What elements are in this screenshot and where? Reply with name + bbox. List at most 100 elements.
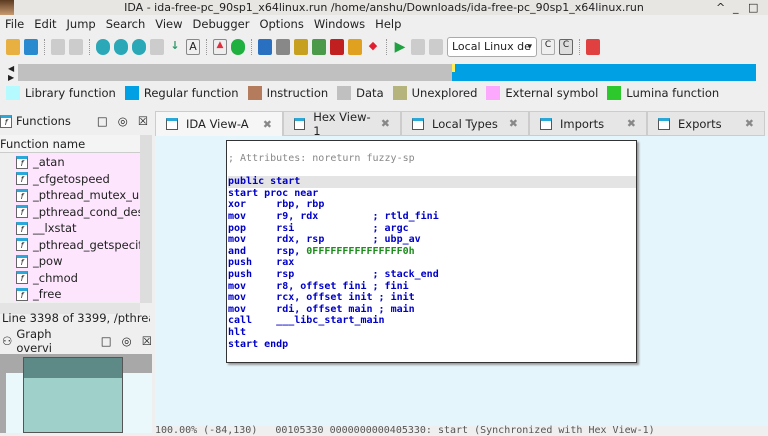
close-tab-icon[interactable]: ✖ — [509, 117, 518, 130]
float-icon[interactable]: □ — [101, 334, 112, 348]
column-header-function-name[interactable]: Function name — [0, 135, 140, 153]
graph-icon[interactable] — [312, 39, 326, 55]
menu-edit[interactable]: Edit — [29, 15, 61, 34]
function-name: _atan — [33, 155, 65, 170]
diamond-icon[interactable]: ◆ — [366, 39, 380, 55]
functions-list: f _atan f _cfgetospeed f _pthread_mutex_un f _p… — [14, 154, 140, 302]
text-icon[interactable] — [114, 39, 128, 55]
pseudocode-icon[interactable]: C — [559, 39, 573, 55]
legend-swatch — [337, 86, 352, 100]
binary-icon[interactable] — [132, 39, 146, 55]
menu-view[interactable]: View — [150, 15, 187, 34]
code-line[interactable]: pop rsi ; argc — [228, 223, 636, 235]
disassembly-listing[interactable]: ; Attributes: noreturn fuzzy-sp public s… — [226, 140, 637, 363]
nav-right-arrow[interactable]: ▶ — [8, 73, 14, 82]
windows-icon[interactable] — [586, 39, 600, 55]
legend-label: Lumina function — [626, 86, 720, 100]
close-icon[interactable]: ☒ — [138, 114, 148, 128]
restore-icon[interactable]: □ — [748, 0, 758, 15]
run-icon[interactable]: ▶ — [393, 39, 407, 55]
close-icon[interactable]: ☒ — [142, 334, 152, 348]
close-tab-icon[interactable]: ✖ — [627, 117, 636, 130]
forward-icon[interactable] — [69, 39, 83, 55]
code-line[interactable]: start proc near — [228, 188, 636, 200]
menu-debugger[interactable]: Debugger — [188, 15, 255, 34]
legend-swatch — [607, 86, 622, 100]
function-icon: f — [0, 114, 12, 128]
debugger-select[interactable]: Local Linux de — [447, 37, 537, 57]
function-row[interactable]: f _atan — [14, 154, 140, 171]
mnemonic: mov — [228, 210, 277, 222]
code-line[interactable]: mov r8, offset fini ; fini — [228, 281, 636, 293]
code-line[interactable]: push rax — [228, 257, 636, 269]
terminate-icon[interactable] — [429, 39, 443, 55]
menu-windows[interactable]: Windows — [309, 15, 370, 34]
menu-search[interactable]: Search — [101, 15, 151, 34]
close-tab-icon[interactable]: ✖ — [381, 117, 390, 130]
breakpoint-icon[interactable]: ▲ — [213, 39, 227, 55]
function-name: _free — [33, 287, 62, 302]
code-line[interactable]: mov r9, rdx ; rtld_fini — [228, 211, 636, 223]
operands: rsp — [276, 268, 373, 280]
back-icon[interactable] — [51, 39, 65, 55]
menu-file[interactable]: File — [0, 15, 29, 34]
detach-icon[interactable]: ◎ — [122, 334, 132, 348]
tab-local-types[interactable]: Local Types ✖ — [401, 111, 529, 136]
maximize-up-icon[interactable]: ^ — [716, 0, 725, 15]
tab-exports[interactable]: Exports ✖ — [647, 111, 765, 136]
graph-title: Graph overvi — [16, 327, 52, 355]
code-line[interactable]: hlt — [228, 327, 636, 339]
function-row[interactable]: f _pow — [14, 253, 140, 270]
menu-options[interactable]: Options — [254, 15, 308, 34]
font-icon[interactable]: A — [186, 39, 200, 55]
tab-hex-view-1[interactable]: Hex View-1 ✖ — [283, 110, 401, 138]
struct-icon[interactable] — [294, 39, 308, 55]
menu-jump[interactable]: Jump — [62, 15, 101, 34]
code-line[interactable]: public start — [228, 176, 636, 188]
code-line[interactable]: and rsp, 0FFFFFFFFFFFFFFF0h — [228, 246, 636, 258]
operands: rax — [276, 257, 295, 269]
function-row[interactable]: f _pthread_getspecifi — [14, 237, 140, 254]
close-tab-icon[interactable]: ✖ — [745, 117, 754, 130]
nav-icon[interactable] — [150, 39, 164, 55]
code-icon[interactable] — [258, 39, 272, 55]
graph-overview-title-bar: ⚇ Graph overvi □ ◎ ☒ — [2, 327, 152, 355]
jump-down-icon[interactable]: ↓ — [168, 39, 182, 55]
code-line[interactable]: call ___libc_start_main — [228, 315, 636, 327]
function-row[interactable]: f _cfgetospeed — [14, 171, 140, 188]
nav-left-arrow[interactable]: ◀ — [8, 64, 14, 73]
code-line[interactable]: mov rdx, rsp ; ubp_av — [228, 234, 636, 246]
function-row[interactable]: f _chmod — [14, 270, 140, 287]
tab-ida-view-a[interactable]: IDA View-A ✖ — [155, 111, 283, 136]
code-line[interactable]: push rsp ; stack_end — [228, 269, 636, 281]
function-row[interactable]: f _free — [14, 286, 140, 302]
stop-icon[interactable] — [330, 39, 344, 55]
code-line[interactable]: mov rcx, offset init ; init — [228, 292, 636, 304]
code-line[interactable]: mov rdi, offset main ; main — [228, 304, 636, 316]
decompile-icon[interactable]: C — [541, 39, 555, 55]
operands: r9, rdx — [276, 210, 373, 222]
detach-icon[interactable]: ◎ — [118, 114, 128, 128]
code-line[interactable]: start endp — [228, 339, 636, 351]
lumina-icon[interactable] — [231, 39, 245, 55]
edit-icon[interactable] — [348, 39, 362, 55]
open-icon[interactable] — [6, 39, 20, 55]
hex-icon[interactable] — [96, 39, 110, 55]
data-icon[interactable] — [276, 39, 290, 55]
save-icon[interactable] — [24, 39, 38, 55]
functions-vscrollbar[interactable] — [140, 135, 152, 303]
operands: rdi, offset main — [276, 303, 379, 315]
function-row[interactable]: f __lxstat — [14, 220, 140, 237]
float-icon[interactable]: □ — [97, 114, 108, 128]
close-tab-icon[interactable]: ✖ — [263, 118, 272, 131]
minimize-icon[interactable]: _ — [733, 0, 739, 15]
code-line[interactable]: xor rbp, rbp — [228, 199, 636, 211]
pause-icon[interactable] — [411, 39, 425, 55]
mnemonic: mov — [228, 234, 277, 246]
tab-imports[interactable]: Imports ✖ — [529, 111, 647, 136]
function-row[interactable]: f _pthread_cond_dest — [14, 204, 140, 221]
menu-help[interactable]: Help — [370, 15, 406, 34]
function-row[interactable]: f _pthread_mutex_un — [14, 187, 140, 204]
function-icon: f — [16, 221, 28, 235]
graph-viewport[interactable] — [23, 357, 123, 433]
